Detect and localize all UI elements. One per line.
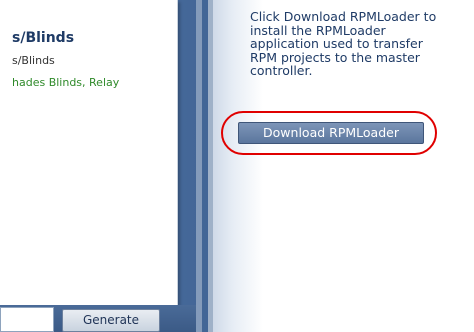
download-rpmloader-button[interactable]: Download RPMLoader <box>238 122 424 144</box>
download-instructions: Click Download RPMLoader to install the … <box>250 9 437 78</box>
panel-divider <box>196 0 202 332</box>
bottom-field[interactable] <box>0 307 54 332</box>
project-details-panel: s/Blinds s/Blinds hades Blinds, Relay <box>0 0 178 305</box>
generate-button[interactable]: Generate <box>62 309 160 332</box>
project-subtitle: s/Blinds <box>12 54 55 67</box>
project-title: s/Blinds <box>12 30 75 46</box>
project-tags: hades Blinds, Relay <box>12 76 120 89</box>
